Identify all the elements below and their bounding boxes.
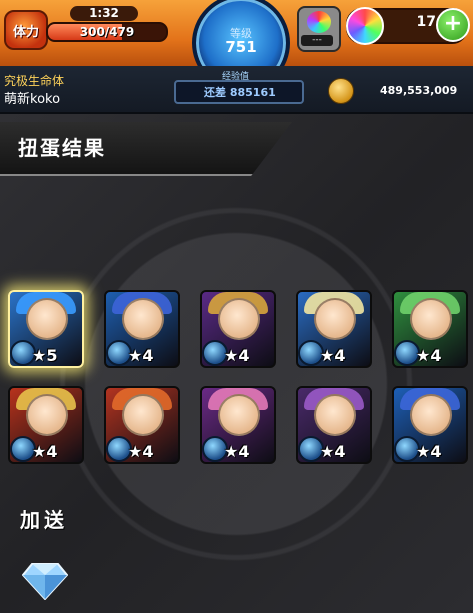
stamina-timer: 1:32 [70, 6, 138, 21]
result-card[interactable]: ★4 [200, 386, 276, 464]
player-title: 究极生命体 [4, 74, 65, 88]
rarity-stars: ★4 [32, 442, 58, 461]
exp-box: 经验值 还差 885161 [174, 72, 304, 104]
exp-remaining: 还差 885161 [204, 86, 276, 99]
stage-gem-icon[interactable]: --- [297, 6, 341, 52]
rarity-stars: ★4 [224, 442, 250, 461]
rarity-stars: ★4 [128, 442, 154, 461]
character-portrait [314, 298, 356, 340]
result-card[interactable]: ★5 [8, 290, 84, 368]
character-portrait [26, 298, 68, 340]
character-portrait [218, 298, 260, 340]
coin-count: 489,553,009 [380, 84, 458, 97]
stage-value: --- [301, 35, 333, 46]
coin-icon [328, 78, 354, 104]
player-name: 萌新koko [4, 92, 61, 107]
rarity-stars: ★4 [128, 346, 154, 365]
character-portrait [218, 394, 260, 436]
character-portrait [122, 298, 164, 340]
character-portrait [314, 394, 356, 436]
stamina-bar: 300/479 [46, 22, 168, 42]
result-card-grid: ★5 ★4 ★4 ★4 ★4 ★4 ★4 ★4 ★4 ★4 [8, 290, 468, 470]
result-card[interactable]: ★4 [104, 290, 180, 368]
result-card[interactable]: ★4 [8, 386, 84, 464]
result-card[interactable]: ★4 [296, 386, 372, 464]
rarity-stars: ★4 [320, 442, 346, 461]
rarity-stars: ★4 [416, 442, 442, 461]
stamina-icon: 体力 [4, 10, 48, 50]
result-card[interactable]: ★4 [200, 290, 276, 368]
add-orb-button[interactable]: + [436, 8, 470, 42]
rarity-stars: ★4 [224, 346, 250, 365]
diamond-icon[interactable] [22, 562, 68, 600]
character-portrait [26, 394, 68, 436]
rainbow-orb-icon [346, 7, 384, 45]
character-portrait [122, 394, 164, 436]
player-info-bar: 究极生命体 萌新koko 经验值 还差 885161 489,553,009 [0, 66, 473, 114]
page-title: 扭蛋结果 [18, 136, 106, 160]
level-value: 751 [225, 38, 257, 56]
stamina-value: 300/479 [79, 25, 135, 39]
result-card[interactable]: ★4 [104, 386, 180, 464]
gacha-result-panel: 扭蛋结果 ★5 ★4 ★4 ★4 ★4 ★4 ★4 ★4 ★4 ★4 加送 [0, 114, 473, 613]
character-portrait [410, 298, 452, 340]
rainbow-gem-icon [307, 11, 331, 33]
orb-panel: 17 + [346, 7, 470, 45]
orb-count: 17 [416, 14, 436, 30]
rarity-stars: ★5 [32, 346, 58, 365]
top-status-bar: 体力 1:32 300/479 等级 751 --- 17 + [0, 0, 473, 92]
result-card[interactable]: ★4 [392, 290, 468, 368]
character-portrait [410, 394, 452, 436]
rarity-stars: ★4 [320, 346, 346, 365]
exp-label: 经验值 [222, 72, 250, 82]
result-card[interactable]: ★4 [296, 290, 372, 368]
result-card[interactable]: ★4 [392, 386, 468, 464]
rarity-stars: ★4 [416, 346, 442, 365]
bonus-label: 加送 [20, 508, 68, 532]
